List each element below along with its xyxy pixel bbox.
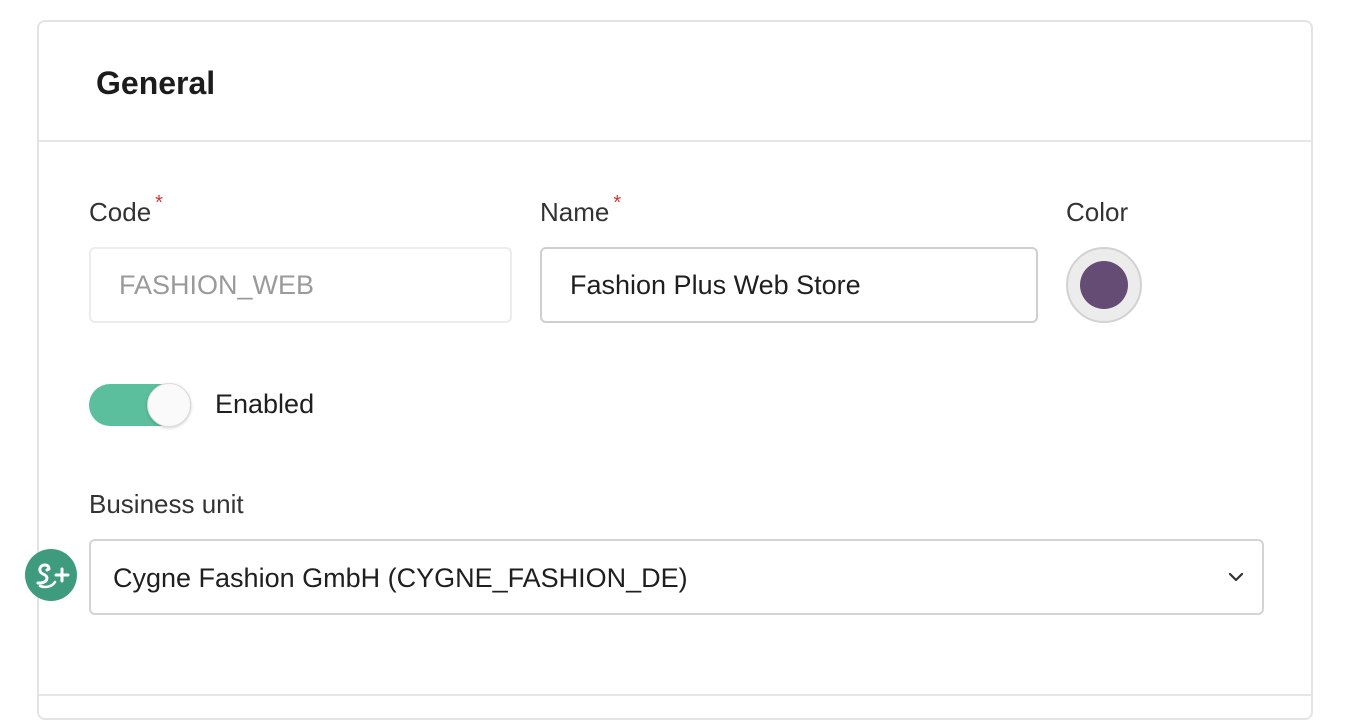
card-header: General xyxy=(39,22,1311,142)
color-label: Color xyxy=(1066,197,1129,227)
chevron-down-icon xyxy=(1228,572,1244,582)
required-mark: * xyxy=(613,192,622,214)
name-label: Name * xyxy=(540,192,621,228)
code-label-text: Code xyxy=(89,197,152,227)
divider xyxy=(39,694,1311,696)
required-mark: * xyxy=(155,192,163,214)
floating-action-button[interactable] xyxy=(25,549,77,601)
name-input[interactable] xyxy=(540,247,1038,323)
color-picker-button[interactable] xyxy=(1066,247,1142,323)
enabled-label: Enabled xyxy=(215,389,315,419)
name-label-text: Name xyxy=(540,197,610,227)
general-card: General xyxy=(37,20,1313,720)
business-unit-label: Business unit xyxy=(89,489,244,519)
enabled-toggle[interactable] xyxy=(89,383,191,427)
business-unit-select[interactable]: Cygne Fashion GmbH (CYGNE_FASHION_DE) xyxy=(89,539,1264,615)
toggle-knob xyxy=(147,383,191,427)
color-swatch xyxy=(1080,261,1128,309)
code-label: Code * xyxy=(89,192,163,228)
code-input[interactable] xyxy=(89,247,512,323)
swan-plus-icon xyxy=(36,563,70,589)
business-unit-selected-value: Cygne Fashion GmbH (CYGNE_FASHION_DE) xyxy=(113,563,688,593)
section-title: General xyxy=(96,65,216,101)
